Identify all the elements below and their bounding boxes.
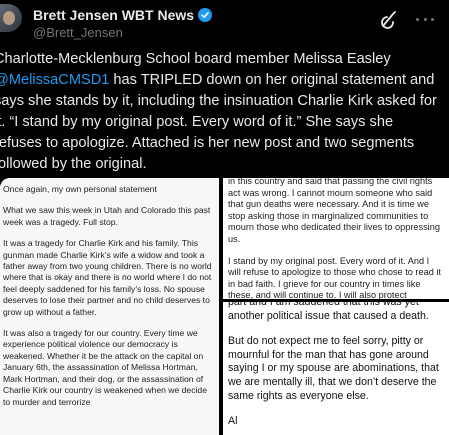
author-avatar[interactable] [0, 4, 22, 32]
author-handle[interactable]: @Brett_Jensen [33, 25, 123, 40]
statement-paragraph: It was a tragedy for Charlie Kirk and hi… [3, 238, 212, 317]
statement-paragraph: Al [228, 415, 238, 428]
statement-paragraph: Once again, my own personal statement [3, 184, 157, 194]
tweet-text-start: Charlotte-Mecklenburg School board membe… [0, 51, 391, 67]
media-image-left[interactable]: Once again, my own personal statement Wh… [0, 178, 219, 435]
statement-paragraph: in this country and said that passing th… [228, 178, 440, 244]
tweet-text: Charlotte-Mecklenburg School board membe… [0, 49, 442, 175]
media-image-right-bottom[interactable]: part and I am saddened that this was yet… [223, 302, 449, 435]
statement-text-right-bottom: part and I am saddened that this was yet… [228, 302, 446, 435]
author-name-row: Brett Jensen WBT News [33, 7, 213, 23]
statement-text-right-top: in this country and said that passing th… [228, 178, 444, 299]
media-image-right-top[interactable]: in this country and said that passing th… [223, 178, 449, 299]
statement-paragraph: part and I am saddened that this was yet… [228, 302, 429, 322]
more-options-icon[interactable] [413, 9, 437, 29]
media-grid: Once again, my own personal statement Wh… [0, 178, 449, 435]
statement-text-left: Once again, my own personal statement Wh… [3, 184, 215, 418]
tweet-header: Brett Jensen WBT News @Brett_Jensen [0, 0, 449, 44]
author-name[interactable]: Brett Jensen WBT News [33, 7, 194, 23]
statement-paragraph: It was also a tragedy for our country. E… [3, 328, 207, 407]
statement-paragraph: What we saw this week in Utah and Colora… [3, 205, 211, 227]
verified-badge-icon [198, 8, 213, 22]
statement-paragraph: I stand by my original post. Every word … [228, 255, 441, 299]
statement-paragraph: But do not expect me to feel sorry, pitt… [228, 335, 439, 402]
grok-icon[interactable] [378, 9, 400, 31]
mention-link[interactable]: @MelissaCMSD1 [0, 72, 109, 88]
